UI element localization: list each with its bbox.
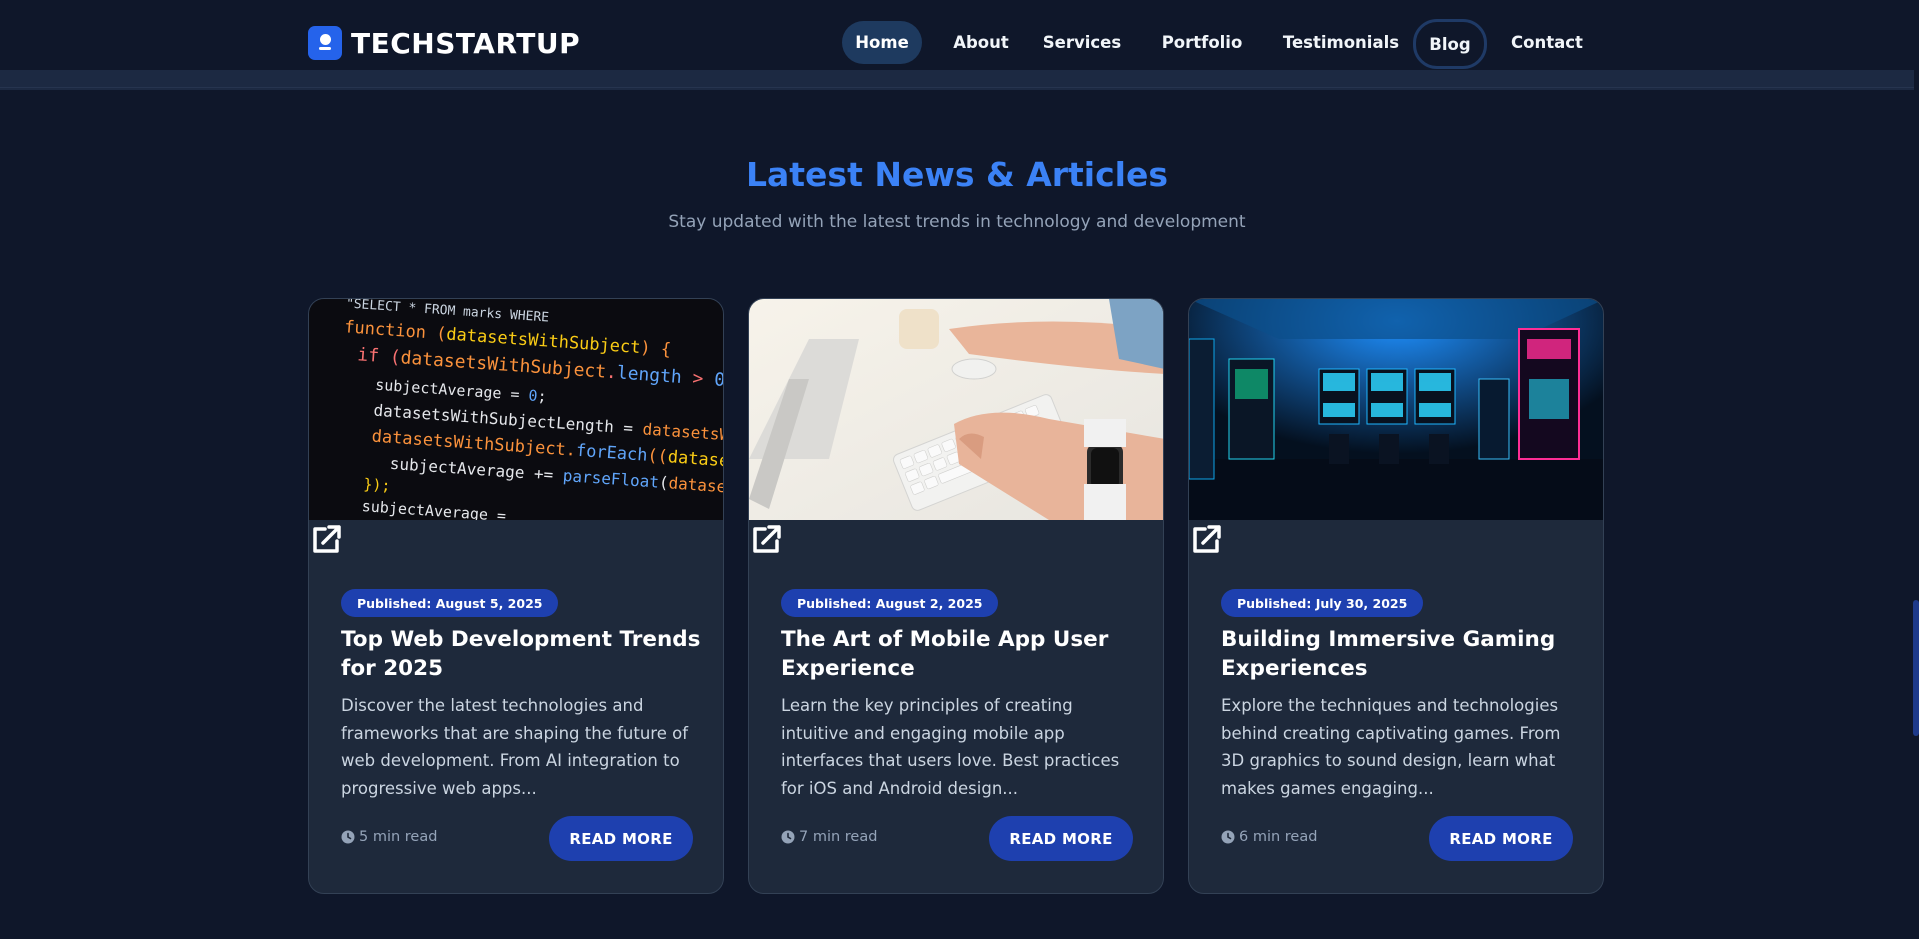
nav-testimonials[interactable]: Testimonials — [1278, 20, 1404, 65]
scroll-indicator[interactable] — [1913, 600, 1919, 736]
read-time: 5 min read — [341, 829, 437, 845]
site-header: TECHSTARTUP Home About Services Portfoli… — [0, 0, 1914, 90]
post-excerpt: Learn the key principles of creating int… — [781, 696, 1120, 798]
nav-blog[interactable]: Blog — [1413, 19, 1487, 69]
external-link-icon[interactable] — [749, 521, 785, 557]
post-title[interactable]: The Art of Mobile App User Experience — [781, 625, 1141, 683]
logo[interactable]: TECHSTARTUP — [308, 26, 580, 60]
nav-portfolio[interactable]: Portfolio — [1162, 20, 1243, 65]
blog-card: "SELECT * FROM marks WHERE function (dat… — [308, 298, 724, 894]
read-more-button[interactable]: READ MORE — [549, 816, 693, 861]
post-excerpt: Explore the techniques and technologies … — [1221, 696, 1561, 798]
svg-text:});: }); — [363, 475, 391, 495]
read-time-label: 6 min read — [1239, 829, 1318, 845]
clock-icon — [781, 830, 795, 844]
read-more-button[interactable]: READ MORE — [989, 816, 1133, 861]
post-title[interactable]: Top Web Development Trends for 2025 — [341, 625, 701, 683]
external-link-icon[interactable] — [1189, 521, 1225, 557]
post-title[interactable]: Building Immersive Gaming Experiences — [1221, 625, 1581, 683]
clock-icon — [341, 830, 355, 844]
post-excerpt: Discover the latest technologies and fra… — [341, 696, 689, 798]
read-time-label: 7 min read — [799, 829, 878, 845]
arcade-room-photo — [1189, 299, 1603, 520]
read-time: 7 min read — [781, 829, 877, 845]
date-badge: Published: July 30, 2025 — [1221, 589, 1424, 617]
external-link-icon[interactable] — [309, 521, 345, 557]
nav-about[interactable]: About — [948, 20, 1014, 65]
read-time-label: 5 min read — [359, 829, 438, 845]
blog-card: Published: July 30, 2025 Building Immers… — [1188, 298, 1604, 894]
nav-home[interactable]: Home — [842, 21, 922, 64]
lightbulb-icon — [308, 26, 342, 60]
section-title: Latest News & Articles — [745, 155, 1169, 194]
blog-card: Published: August 2, 2025 The Art of Mob… — [748, 298, 1164, 894]
clock-icon — [1221, 830, 1235, 844]
nav-contact[interactable]: Contact — [1507, 20, 1587, 65]
code-editor-photo: "SELECT * FROM marks WHERE function (dat… — [309, 299, 723, 520]
read-time: 6 min read — [1221, 829, 1317, 845]
date-badge: Published: August 2, 2025 — [781, 589, 999, 617]
nav-services[interactable]: Services — [1042, 20, 1122, 65]
section-subtitle: Stay updated with the latest trends in t… — [668, 212, 1246, 232]
logo-text: TECHSTARTUP — [351, 26, 581, 60]
date-badge: Published: August 5, 2025 — [341, 589, 559, 617]
keyboard-typing-photo — [749, 299, 1163, 520]
read-more-button[interactable]: READ MORE — [1429, 816, 1573, 861]
